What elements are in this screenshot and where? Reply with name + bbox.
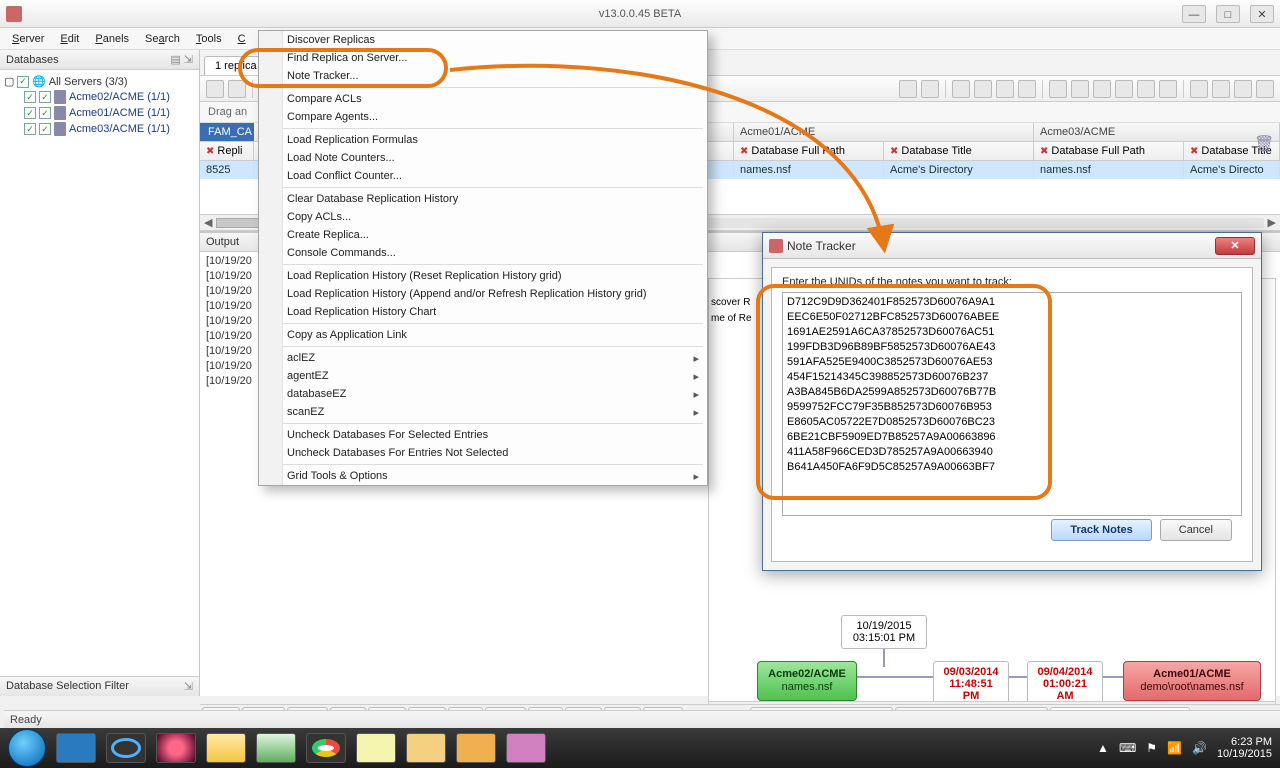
menu-item[interactable]: Load Conflict Counter... [259,167,707,185]
menu-item[interactable]: Create Replica... [259,226,707,244]
chart-node-red[interactable]: Acme01/ACMEdemo\root\names.nsf [1123,661,1261,701]
menu-item[interactable]: Load Note Counters... [259,149,707,167]
tree-checkbox[interactable] [24,91,36,103]
menu-item[interactable]: Console Commands... [259,244,707,262]
minimize-button[interactable]: — [1182,5,1206,23]
menu-item[interactable]: Copy as Application Link [259,326,707,344]
cancel-button[interactable]: Cancel [1160,519,1232,541]
column-header[interactable]: Database Full Path [751,145,845,157]
tree-root[interactable]: All Servers (3/3) [49,76,128,88]
menu-item[interactable]: Grid Tools & Options [259,467,707,485]
menu-item[interactable]: Load Replication History (Append and/or … [259,285,707,303]
menu-search[interactable]: Search [145,33,180,45]
tree-server[interactable]: Acme02/ACME (1/1) [69,91,170,103]
tray-volume-icon[interactable]: 🔊 [1192,741,1207,755]
tray-flag-icon[interactable]: ⚑ [1146,741,1157,755]
maximize-button[interactable]: □ [1216,5,1240,23]
unid-label: Enter the UNIDs of the notes you want to… [782,276,1012,288]
tray-icon[interactable]: ▲ [1097,741,1109,755]
databases-title: Databases [6,54,59,66]
status-bar: Ready [4,710,1280,728]
menu-item[interactable]: Clear Database Replication History [259,190,707,208]
menu-item[interactable]: databaseEZ [259,385,707,403]
menu-item[interactable]: Compare Agents... [259,108,707,126]
menu-item[interactable]: scanEZ [259,403,707,421]
server-icon [54,122,66,136]
track-notes-button[interactable]: Track Notes [1051,519,1151,541]
menu-edit[interactable]: Edit [60,33,79,45]
scroll-right-icon[interactable]: ▶ [1264,216,1280,229]
panel-pin-icon[interactable]: ▤ ⇲ [170,53,193,66]
taskbar: ▲ ⌨ ⚑ 📶 🔊 6:23 PM10/19/2015 [0,728,1280,768]
taskbar-app[interactable] [406,733,446,763]
menu-item[interactable]: Load Replication Formulas [259,131,707,149]
menu-item[interactable]: Note Tracker... [259,67,707,85]
taskbar-app[interactable] [56,733,96,763]
databases-panel: Databases ▤ ⇲ ▢ 🌐 All Servers (3/3) Acme0… [0,50,200,696]
pin-icon: ✖ [206,146,214,157]
menu-item[interactable]: Uncheck Databases For Selected Entries [259,426,707,444]
dialog-close-button[interactable]: ✕ [1215,237,1255,255]
tray-network-icon[interactable]: 📶 [1167,741,1182,755]
grid-group: Acme03/ACME [1034,123,1280,141]
menu-cut[interactable]: C [238,33,246,45]
taskbar-app[interactable] [356,733,396,763]
unid-textarea[interactable] [782,292,1242,516]
server-tree[interactable]: ▢ 🌐 All Servers (3/3) Acme02/ACME (1/1) … [0,70,199,676]
tree-server[interactable]: Acme03/ACME (1/1) [69,123,170,135]
taskbar-app[interactable] [456,733,496,763]
menu-item[interactable]: Compare ACLs [259,90,707,108]
filter-expand-icon[interactable]: ⇲ [184,680,193,693]
context-menu: Discover ReplicasFind Replica on Server.… [258,30,708,486]
menu-item[interactable]: Uncheck Databases For Entries Not Select… [259,444,707,462]
menu-panels[interactable]: Panels [95,33,129,45]
toolbar-button[interactable] [228,80,246,98]
taskbar-app[interactable] [156,733,196,763]
menu-item[interactable]: Load Replication History Chart [259,303,707,321]
taskbar-app[interactable] [506,733,546,763]
toolbar-button[interactable] [206,80,224,98]
menu-server[interactable]: Server [12,33,44,45]
menu-item[interactable]: aclEZ [259,349,707,367]
window-titlebar: v13.0.0.45 BETA — □ ✕ [0,0,1280,28]
chart-node-green[interactable]: Acme02/ACMEnames.nsf [757,661,857,701]
dialog-title: Note Tracker [787,239,856,253]
menu-item[interactable]: Discover Replicas [259,31,707,49]
tray-keyboard-icon[interactable]: ⌨ [1119,741,1136,755]
menu-item[interactable]: agentEZ [259,367,707,385]
grid-group: Acme01/ACME [734,123,1034,141]
tree-checkbox[interactable] [17,76,29,88]
filter-title: Database Selection Filter [6,680,129,693]
tree-server[interactable]: Acme01/ACME (1/1) [69,107,170,119]
chart-timestamp: 10/19/201503:15:01 PM [841,615,927,649]
server-icon [54,90,66,104]
start-button[interactable] [8,729,46,767]
scroll-left-icon[interactable]: ◀ [200,216,216,229]
tray-clock[interactable]: 6:23 PM10/19/2015 [1217,736,1272,760]
taskbar-ie-icon[interactable] [106,733,146,763]
trash-icon[interactable]: 🗑 [1254,134,1272,152]
taskbar-explorer-icon[interactable] [206,733,246,763]
menu-item[interactable]: Find Replica on Server... [259,49,707,67]
taskbar-chrome-icon[interactable] [306,733,346,763]
dialog-icon [769,239,783,253]
server-icon [54,106,66,120]
menu-item[interactable]: Load Replication History (Reset Replicat… [259,267,707,285]
menu-item[interactable]: Copy ACLs... [259,208,707,226]
menu-tools[interactable]: Tools [196,33,222,45]
note-tracker-dialog: Note Tracker ✕ Enter the UNIDs of the no… [762,232,1262,571]
window-title: v13.0.0.45 BETA [599,8,681,20]
close-button[interactable]: ✕ [1250,5,1274,23]
column-header[interactable]: Repli [217,145,242,157]
app-icon [6,6,22,22]
grid-group: FAM_CA [200,123,254,141]
column-header[interactable]: Database Full Path [1051,145,1145,157]
taskbar-excel-icon[interactable] [256,733,296,763]
column-header[interactable]: Database Title [901,145,971,157]
